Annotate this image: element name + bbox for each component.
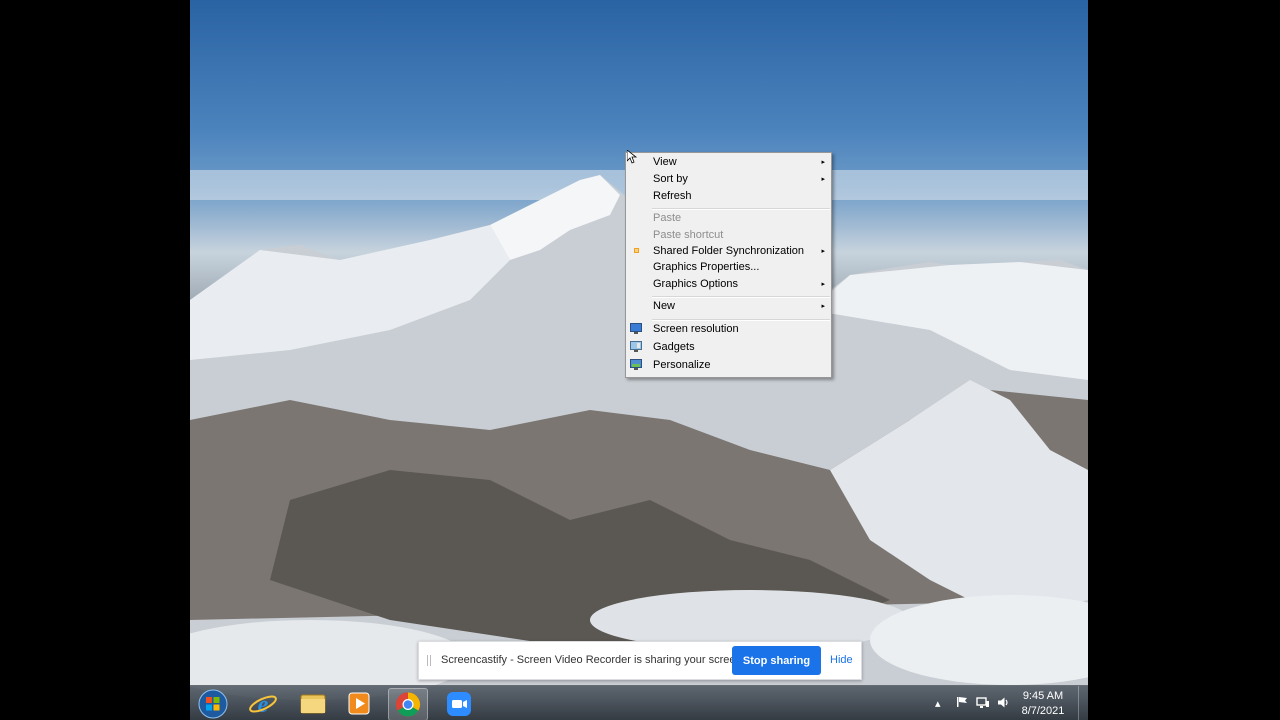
taskbar-chrome[interactable]	[388, 688, 428, 720]
clock-time: 9:45 AM	[1022, 690, 1064, 702]
volume-icon[interactable]	[997, 696, 1010, 709]
svg-text:e: e	[258, 692, 269, 718]
submenu-arrow-icon: ▸	[821, 303, 825, 310]
menu-item-label: Paste	[653, 212, 682, 224]
taskbar-media-player[interactable]	[340, 688, 378, 719]
internet-explorer-icon: e	[249, 692, 277, 718]
menu-item-screen-resolution[interactable]: Screen resolution	[626, 321, 831, 338]
menu-item-paste: Paste	[626, 210, 831, 227]
gadgets-icon	[630, 341, 642, 352]
menu-item-sort-by[interactable]: Sort by ▸	[626, 171, 831, 188]
taskbar-zoom[interactable]	[440, 688, 478, 719]
menu-item-label: View	[653, 156, 677, 168]
menu-item-label: Personalize	[653, 359, 711, 371]
show-desktop-button[interactable]	[1078, 686, 1089, 720]
chrome-icon	[395, 692, 421, 717]
screen-resolution-icon	[630, 323, 642, 334]
submenu-arrow-icon: ▸	[821, 176, 825, 183]
network-icon[interactable]	[976, 696, 990, 709]
screen-sharing-notification: Screencastify - Screen Video Recorder is…	[418, 641, 862, 680]
drag-handle-icon[interactable]	[427, 655, 432, 666]
stop-sharing-button[interactable]: Stop sharing	[732, 646, 821, 675]
zoom-icon	[447, 692, 471, 716]
submenu-arrow-icon: ▸	[821, 281, 825, 288]
menu-item-label: Gadgets	[653, 341, 695, 353]
taskbar: e ▴ 9:45 AM 8/7/2021	[190, 685, 1088, 720]
submenu-arrow-icon: ▸	[821, 159, 825, 166]
taskbar-internet-explorer[interactable]: e	[244, 688, 282, 719]
menu-item-refresh[interactable]: Refresh	[626, 188, 831, 205]
media-player-icon	[348, 692, 370, 715]
submenu-arrow-icon: ▸	[821, 248, 825, 255]
menu-item-label: Graphics Properties...	[653, 261, 760, 273]
menu-item-label: Shared Folder Synchronization	[653, 245, 805, 257]
menu-item-label: New	[653, 300, 676, 312]
clock-date: 8/7/2021	[1021, 705, 1065, 717]
system-clock[interactable]: 9:45 AM 8/7/2021	[1016, 689, 1070, 719]
hide-link[interactable]: Hide	[830, 654, 853, 666]
menu-item-personalize[interactable]: Personalize	[626, 357, 831, 374]
sharing-message: Screencastify - Screen Video Recorder is…	[441, 654, 745, 666]
action-center-flag-icon[interactable]	[956, 696, 968, 708]
personalize-icon	[630, 359, 642, 370]
menu-item-graphics-options[interactable]: Graphics Options ▸	[626, 276, 831, 293]
start-button[interactable]	[194, 688, 232, 719]
taskbar-file-explorer[interactable]	[294, 688, 332, 719]
mouse-cursor-icon	[627, 150, 637, 164]
menu-item-shared-folder-sync[interactable]: Shared Folder Synchronization ▸	[626, 243, 831, 260]
menu-item-gadgets[interactable]: Gadgets	[626, 339, 831, 356]
menu-item-label: Refresh	[653, 190, 692, 202]
desktop-context-menu: View ▸ Sort by ▸ Refresh Paste Paste sho…	[625, 152, 832, 378]
file-explorer-icon	[300, 694, 326, 714]
menu-item-new[interactable]: New ▸	[626, 298, 831, 315]
menu-item-label: Sort by	[653, 173, 688, 185]
menu-item-label: Screen resolution	[653, 323, 739, 335]
menu-item-graphics-properties[interactable]: Graphics Properties...	[626, 259, 831, 276]
menu-item-label: Graphics Options	[653, 278, 738, 290]
menu-item-view[interactable]: View ▸	[626, 154, 831, 171]
sync-folder-icon	[634, 248, 639, 253]
menu-item-label: Paste shortcut	[653, 229, 724, 241]
show-hidden-icons-button[interactable]: ▴	[935, 697, 941, 710]
start-orb-icon	[198, 689, 228, 719]
menu-item-paste-shortcut: Paste shortcut	[626, 227, 831, 244]
